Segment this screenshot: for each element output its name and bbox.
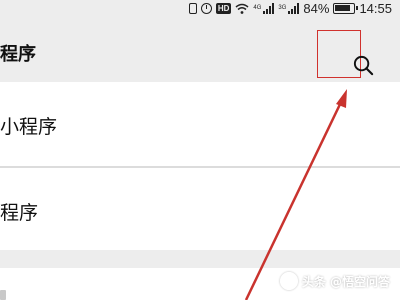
signal-1-icon (263, 2, 275, 14)
list-item-label: 程序 (0, 202, 39, 224)
list-item-mini-programs[interactable]: 小程序 (0, 82, 400, 166)
signal-2-tag: 3G (278, 5, 287, 11)
status-icons: HD 4G 3G 84% 14:55 (188, 0, 392, 16)
row-icon (0, 290, 6, 300)
alarm-icon (200, 2, 212, 14)
search-button[interactable] (317, 30, 374, 78)
watermark-text: 头条 @悟空问答 (301, 274, 390, 289)
watermark: 头条 @悟空问答 (279, 272, 390, 290)
search-icon (353, 55, 374, 76)
status-bar: HD 4G 3G 84% 14:55 (0, 0, 400, 16)
hd-icon: HD (215, 2, 232, 14)
wifi-icon (235, 3, 249, 14)
status-time: 14:55 (359, 0, 392, 16)
list-item-programs[interactable]: 程序 (0, 168, 400, 250)
signal-1-tag: 4G (253, 5, 262, 11)
page-title: 程序 (0, 44, 36, 65)
battery-percent: 84% (303, 0, 330, 16)
vibrate-icon (188, 2, 197, 14)
signal-2-icon (288, 2, 300, 14)
section-gap (0, 250, 400, 268)
watermark-logo-icon (279, 272, 298, 290)
list-item-label: 小程序 (0, 116, 58, 138)
top-bar: 程序 (0, 16, 400, 82)
battery-icon (333, 2, 359, 14)
